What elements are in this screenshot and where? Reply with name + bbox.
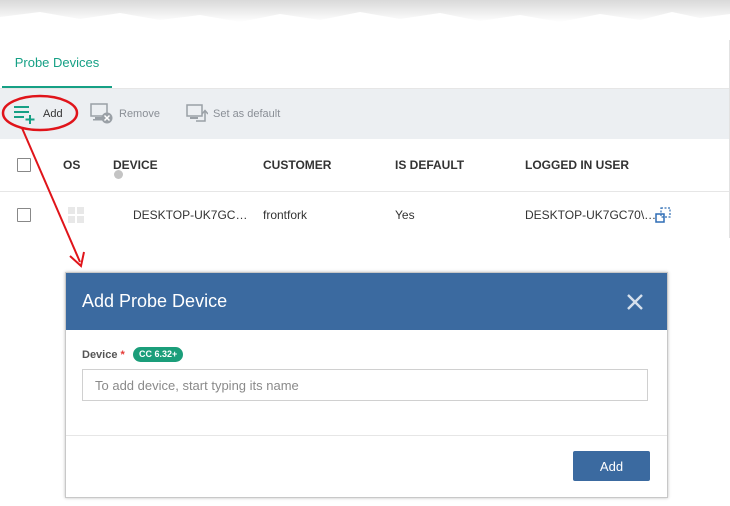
set-default-icon: [186, 104, 208, 122]
annotation-arrowhead: [69, 251, 85, 268]
set-as-default-button[interactable]: Set as default: [186, 103, 280, 125]
add-label: Add: [43, 108, 63, 120]
close-icon[interactable]: [625, 292, 645, 312]
remote-connect-icon[interactable]: [655, 207, 671, 223]
add-list-icon: [14, 106, 35, 124]
column-header-logged-in-user[interactable]: LOGGED IN USER: [525, 139, 629, 191]
is-default-value: Yes: [395, 208, 415, 222]
remove-device-icon: [90, 103, 113, 124]
device-status-dot: [114, 170, 123, 179]
set-default-label: Set as default: [213, 108, 281, 120]
column-header-os[interactable]: OS: [63, 139, 80, 191]
column-header-device[interactable]: DEVICE: [113, 139, 158, 191]
dialog-footer-divider: [66, 435, 667, 436]
logged-in-user-value: DESKTOP-UK7GC70\…: [525, 208, 657, 222]
device-field-label: Device *: [82, 349, 125, 361]
customer-name: frontfork: [263, 208, 308, 222]
device-label-text: Device: [82, 349, 118, 361]
select-all-checkbox[interactable]: [17, 158, 31, 172]
required-marker: *: [120, 349, 125, 361]
row-checkbox[interactable]: [17, 208, 31, 222]
tab-probe-devices[interactable]: Probe Devices: [2, 40, 112, 88]
remove-button[interactable]: Remove: [90, 103, 160, 125]
dialog-add-button[interactable]: Add: [573, 451, 650, 481]
table-header: OS DEVICE CUSTOMER IS DEFAULT LOGGED IN …: [0, 139, 729, 192]
dialog-header: Add Probe Device: [66, 273, 667, 330]
torn-page-edge: [0, 0, 730, 22]
dialog-title: Add Probe Device: [82, 291, 228, 311]
probe-devices-panel: Probe Devices Add Remove Set as default …: [0, 40, 730, 238]
add-button[interactable]: Add: [14, 103, 63, 125]
tab-bar: Probe Devices: [0, 40, 729, 89]
table-row[interactable]: DESKTOP-UK7GC… frontfork Yes DESKTOP-UK7…: [0, 192, 729, 238]
remove-label: Remove: [119, 108, 160, 120]
column-header-is-default[interactable]: IS DEFAULT: [395, 139, 464, 191]
version-badge: CC 6.32+: [133, 347, 184, 362]
add-probe-device-dialog: Add Probe Device Device * CC 6.32+ Add: [65, 272, 668, 498]
toolbar: Add Remove Set as default: [0, 89, 729, 139]
device-search-input[interactable]: [82, 369, 648, 401]
device-name[interactable]: DESKTOP-UK7GC…: [133, 192, 247, 238]
windows-icon: [68, 207, 84, 223]
column-header-customer[interactable]: CUSTOMER: [263, 139, 331, 191]
